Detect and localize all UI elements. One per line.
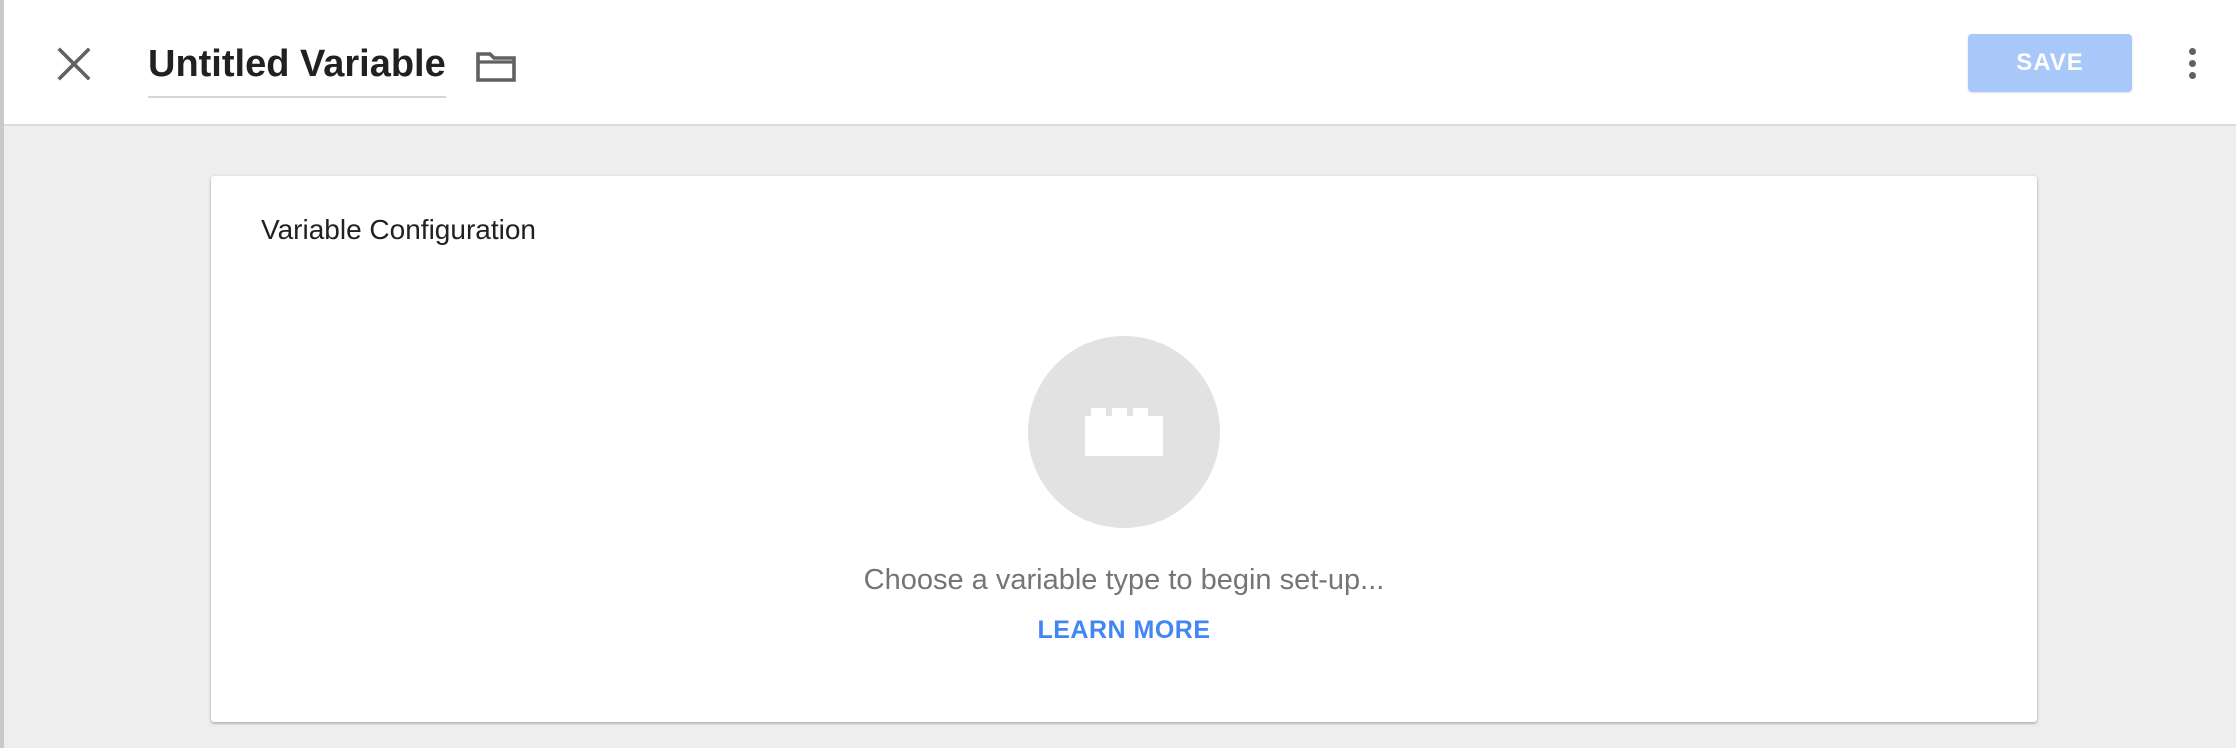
folder-button[interactable] <box>470 44 522 88</box>
folder-icon <box>476 52 516 82</box>
more-options-button[interactable] <box>2172 36 2212 90</box>
more-vert-icon <box>2188 45 2196 81</box>
page-title[interactable]: Untitled Variable <box>148 36 446 92</box>
block-icon <box>1085 408 1163 456</box>
variable-configuration-card: Variable Configuration Choose a variable… <box>211 176 2037 722</box>
editor-header: Untitled Variable SAVE <box>4 0 2236 126</box>
variable-name-field[interactable]: Untitled Variable <box>148 36 446 98</box>
card-title: Variable Configuration <box>261 214 536 245</box>
save-button[interactable]: SAVE <box>1968 34 2132 92</box>
learn-more-container: LEARN MORE <box>211 616 2037 645</box>
learn-more-link[interactable]: LEARN MORE <box>1037 616 1210 644</box>
choose-variable-type-button[interactable] <box>1028 336 1220 528</box>
close-button[interactable] <box>44 34 104 94</box>
empty-state-text: Choose a variable type to begin set-up..… <box>863 564 1385 596</box>
close-icon <box>57 47 91 81</box>
